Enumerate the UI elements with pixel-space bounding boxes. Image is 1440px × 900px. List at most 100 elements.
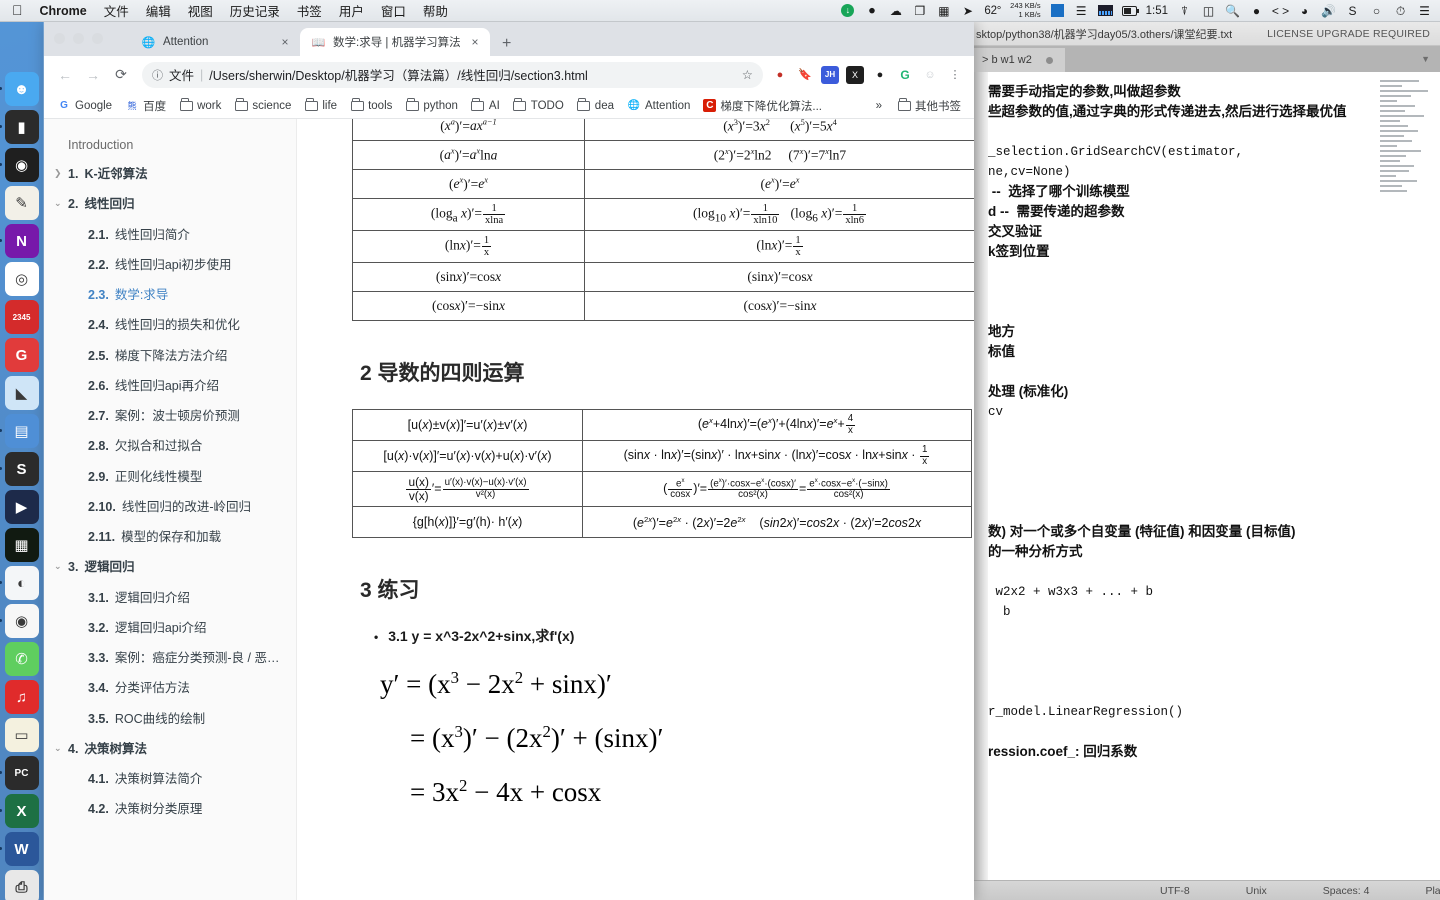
dock-item-safari[interactable]: ◐ — [0, 566, 39, 600]
sidebar-item-2-7[interactable]: 2.7. 案例：波士顿房价预测 — [44, 401, 296, 431]
bookmark-python[interactable]: python — [400, 97, 463, 115]
dock-item-pycharm[interactable]: PC — [0, 756, 39, 790]
sidebar-item-3-4[interactable]: 3.4. 分类评估方法 — [44, 673, 296, 703]
dock-item-terminal[interactable]: ▮ — [0, 110, 39, 144]
dock-item-gold-app[interactable]: G — [4, 338, 39, 372]
dock-item-print-queue[interactable]: ⎙ — [4, 870, 39, 900]
dock-item-wechat[interactable]: ✆ — [4, 642, 39, 676]
bookmark-tools[interactable]: tools — [345, 97, 397, 115]
bookmark-dea[interactable]: dea — [572, 97, 619, 115]
grammarly-icon[interactable]: G — [896, 66, 914, 84]
dock-item-stickies[interactable]: ▭ — [4, 718, 39, 752]
dock-item-microsoft-excel[interactable]: X — [0, 794, 39, 828]
editor-code[interactable]: 需要手动指定的参数,叫做超参数 些超参数的值,通过字典的形式传递进去,然后进行选择… — [988, 72, 1440, 880]
bookmark-梯度下降优化算法...[interactable]: C 梯度下降优化算法... — [698, 96, 827, 116]
chevron-down-icon[interactable]: ⌄ — [54, 198, 64, 210]
tab-strip[interactable]: 🌐 Attention × 📖 数学:求导 | 机器学习算法课程文 × + — [44, 22, 974, 56]
close-icon[interactable]: × — [278, 35, 292, 49]
dock-item-notes-sketch[interactable]: ✎ — [4, 186, 39, 220]
sidebar-item-2-6[interactable]: 2.6. 线性回归api再介绍 — [44, 371, 296, 401]
sidebar-item-2-2[interactable]: 2.2. 线性回归api初步使用 — [44, 250, 296, 280]
sidebar-item-2-3[interactable]: 2.3. 数学:求导 — [44, 280, 296, 310]
control-center-icon[interactable]: ☰ — [1417, 3, 1432, 18]
bookmark-ai[interactable]: AI — [466, 97, 505, 115]
jh-extension-icon[interactable]: JH — [821, 65, 839, 84]
sidebar-item-2-4[interactable]: 2.4. 线性回归的损失和优化 — [44, 310, 296, 340]
menubar-clock[interactable]: 1:51 — [1146, 5, 1168, 17]
bookmark-science[interactable]: science — [229, 97, 296, 115]
chrome-menu-icon[interactable]: ⋮ — [946, 66, 964, 84]
window-traffic-lights[interactable] — [54, 33, 103, 44]
status-encoding[interactable]: UTF-8 — [1160, 885, 1190, 897]
sidebar-item-2-5[interactable]: 2.5. 梯度下降法方法介绍 — [44, 341, 296, 371]
status-line-ending[interactable]: Unix — [1246, 885, 1267, 897]
cloud-icon[interactable]: ☁ — [888, 3, 903, 18]
bookmark-work[interactable]: work — [174, 97, 226, 115]
bookmark-life[interactable]: life — [299, 97, 342, 115]
maximize-window-button[interactable] — [92, 33, 103, 44]
editor-body[interactable]: 需要手动指定的参数,叫做超参数 些超参数的值,通过字典的形式传递进去,然后进行选择… — [974, 72, 1440, 880]
copy-icon[interactable]: ❐ — [912, 3, 927, 18]
menu-edit[interactable]: 编辑 — [146, 1, 171, 20]
bookmarks-bar[interactable]: G Google 熊百度 work science life tools python AI TO… — [44, 93, 974, 119]
sidebar-item-2[interactable]: ⌄ 2. 线性回归 — [44, 189, 296, 219]
extension-icons[interactable]: ● 🔖 JH X ● G ☺ ⋮ — [771, 65, 966, 84]
menu-profiles[interactable]: 用户 — [339, 1, 364, 20]
sidebar-item-3-2[interactable]: 3.2. 逻辑回归api介绍 — [44, 613, 296, 643]
url-text[interactable]: /Users/sherwin/Desktop/机器学习（算法篇）/线性回归/se… — [209, 65, 588, 84]
clipboard-icon[interactable]: ☰ — [1074, 3, 1089, 18]
editor-tab[interactable]: > b w1 w2 — [974, 48, 1065, 72]
browser-toolbar[interactable]: ← → ⟳ ⓘ 文件 | /Users/sherwin/Desktop/机器学习… — [44, 56, 974, 93]
tab-attention[interactable]: 🌐 Attention × — [130, 28, 300, 56]
sidebar-item-4[interactable]: ⌄ 4. 决策树算法 — [44, 734, 296, 764]
menu-chrome[interactable]: Chrome — [40, 4, 87, 18]
dock-item-finder[interactable]: ☻ — [0, 72, 39, 106]
chevron-down-icon[interactable]: ▼ — [1421, 54, 1430, 64]
page-info-icon[interactable]: ⓘ — [152, 67, 163, 83]
menu-help[interactable]: 帮助 — [423, 1, 448, 20]
memory-icon[interactable] — [1050, 3, 1065, 18]
license-notice[interactable]: LICENSE UPGRADE REQUIRED — [1267, 28, 1430, 40]
circle-icon[interactable]: ○ — [1369, 3, 1384, 18]
sidebar-item-1[interactable]: ❯ 1. K-近邻算法 — [44, 159, 296, 189]
book-sidebar[interactable]: Introduction ❯ 1. K-近邻算法 ⌄ 2. 线性回归 2.1. 线性回归简介 2.… — [44, 119, 297, 900]
bookmark-icon[interactable]: 🔖 — [796, 66, 814, 84]
battery-icon[interactable] — [1121, 3, 1139, 18]
airplay-icon[interactable]: ⍒ — [1177, 3, 1192, 18]
timemachine-icon[interactable]: ⏱ — [1393, 3, 1408, 18]
sidebar-item-2-9[interactable]: 2.9. 正则化线性模型 — [44, 462, 296, 492]
address-bar[interactable]: ⓘ 文件 | /Users/sherwin/Desktop/机器学习（算法篇）/… — [142, 61, 763, 88]
siri-icon[interactable]: ● — [1249, 3, 1264, 18]
back-button[interactable]: ← — [52, 62, 78, 88]
forward-button[interactable]: → — [80, 62, 106, 88]
sublime-text-window[interactable]: sktop/python38/机器学习day05/3.others/课堂纪要.t… — [974, 22, 1440, 900]
dock-item-obs-studio[interactable]: ◉ — [0, 148, 39, 182]
network-speed[interactable]: 243 KB/s 1 KB/s — [1010, 1, 1040, 19]
menu-window[interactable]: 窗口 — [381, 1, 406, 20]
spotlight-search-icon[interactable]: 🔍 — [1225, 3, 1240, 18]
sidebar-item-2-1[interactable]: 2.1. 线性回归简介 — [44, 220, 296, 250]
grid-icon[interactable]: ▦ — [936, 3, 951, 18]
dock-item-evernote[interactable]: ◣ — [4, 376, 39, 410]
bookmark-百度[interactable]: 熊百度 — [120, 96, 171, 116]
other-bookmarks-folder[interactable]: 其他书签 — [892, 96, 966, 116]
menu-bookmarks[interactable]: 书签 — [297, 1, 322, 20]
dock-item-google-chrome[interactable]: ◉ — [0, 604, 39, 638]
menu-view[interactable]: 视图 — [188, 1, 213, 20]
dock-item-parallels-desktop[interactable]: ▤ — [0, 414, 39, 448]
download-arrow-icon[interactable]: ↓ — [840, 3, 855, 18]
wifi-icon[interactable]: ◕ — [1297, 3, 1312, 18]
dock-item-onenote[interactable]: N — [0, 224, 39, 258]
x-extension-icon[interactable]: X — [846, 65, 864, 84]
minimize-window-button[interactable] — [73, 33, 84, 44]
bookmark-star-icon[interactable]: ☆ — [742, 67, 753, 82]
sogou-input-icon[interactable]: S — [1345, 3, 1360, 18]
code-icon[interactable]: < > — [1272, 3, 1289, 18]
dock-item-audio-editor[interactable]: ▦ — [4, 528, 39, 562]
bookmark-todo[interactable]: TODO — [508, 97, 569, 115]
bookmark-attention[interactable]: 🌐 Attention — [622, 97, 695, 115]
unsaved-dot-icon[interactable] — [1045, 56, 1053, 64]
sidebar-item-3-5[interactable]: 3.5. ROC曲线的绘制 — [44, 704, 296, 734]
menu-file[interactable]: 文件 — [104, 1, 129, 20]
sidebar-item-2-8[interactable]: 2.8. 欠拟合和过拟合 — [44, 431, 296, 461]
